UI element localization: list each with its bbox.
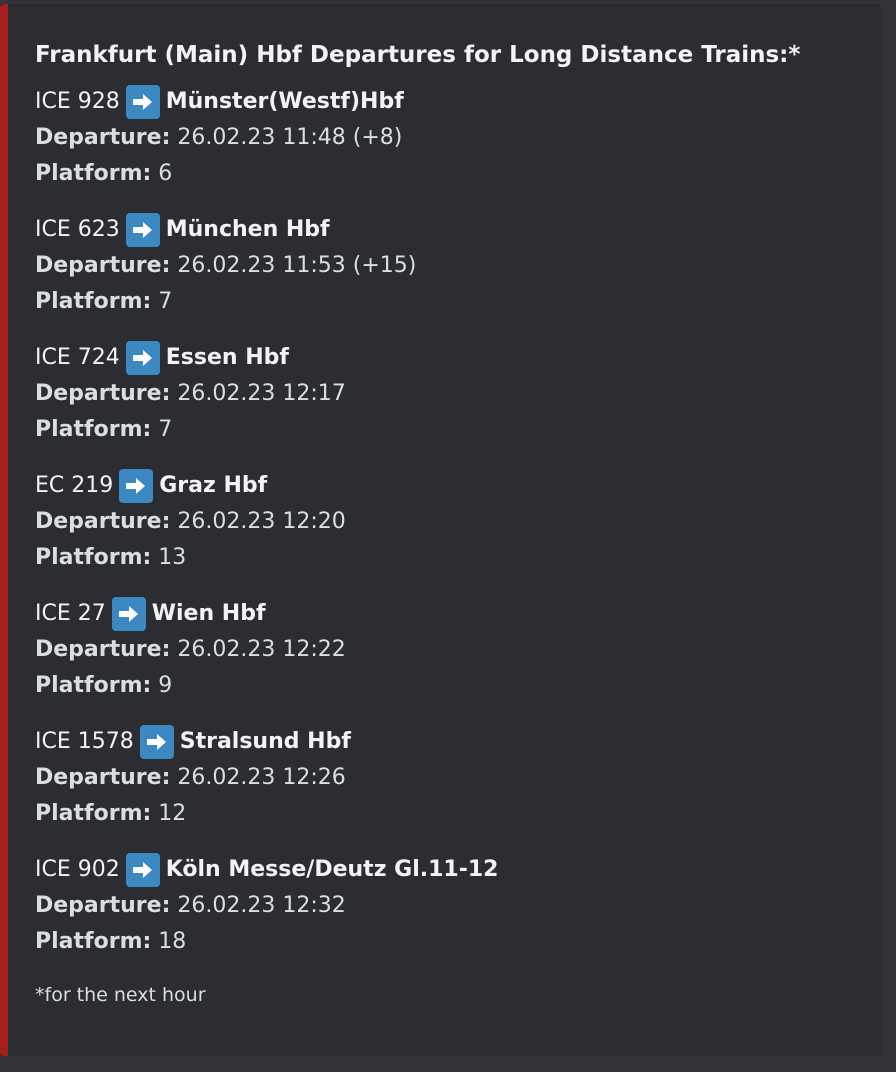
train-list: ICE 928 Münster(Westf)Hbf Departure: 26.… — [35, 84, 872, 960]
right-arrow-icon — [139, 725, 174, 759]
platform-label: Platform: — [35, 673, 152, 698]
train-destination: Stralsund Hbf — [179, 729, 351, 754]
departure-label: Departure: — [35, 509, 171, 534]
platform-row: Platform: 6 — [35, 156, 872, 192]
departure-row: Departure: 26.02.23 11:48 (+8) — [35, 120, 872, 156]
departure-label: Departure: — [35, 637, 171, 662]
departure-row: Departure: 26.02.23 11:53 (+15) — [35, 248, 872, 284]
train-destination: Köln Messe/Deutz Gl.11-12 — [165, 857, 499, 882]
departure-row: Departure: 26.02.23 12:26 — [35, 760, 872, 796]
departure-row: Departure: 26.02.23 12:17 — [35, 376, 872, 412]
train-entry: ICE 1578 Stralsund Hbf Departure: 26.02.… — [35, 724, 872, 832]
platform-label: Platform: — [35, 929, 152, 954]
train-destination: Essen Hbf — [165, 345, 289, 370]
train-header: ICE 1578 Stralsund Hbf — [35, 724, 872, 760]
train-header: ICE 928 Münster(Westf)Hbf — [35, 84, 872, 120]
departure-label: Departure: — [35, 765, 171, 790]
platform-value: 6 — [158, 161, 173, 186]
right-arrow-icon — [111, 597, 146, 631]
departure-value: 26.02.23 12:26 — [177, 765, 346, 790]
train-header: ICE 724 Essen Hbf — [35, 340, 872, 376]
train-name: ICE 27 — [35, 601, 106, 626]
train-header: ICE 902 Köln Messe/Deutz Gl.11-12 — [35, 852, 872, 888]
train-destination: Münster(Westf)Hbf — [165, 89, 404, 114]
train-name: ICE 1578 — [35, 729, 134, 754]
departure-value: 26.02.23 11:53 (+15) — [177, 253, 417, 278]
platform-label: Platform: — [35, 289, 152, 314]
departures-embed: Frankfurt (Main) Hbf Departures for Long… — [0, 4, 882, 1056]
right-arrow-icon — [125, 341, 160, 375]
platform-row: Platform: 18 — [35, 924, 872, 960]
departure-row: Departure: 26.02.23 12:20 — [35, 504, 872, 540]
train-name: ICE 724 — [35, 345, 120, 370]
platform-row: Platform: 7 — [35, 412, 872, 448]
departure-row: Departure: 26.02.23 12:22 — [35, 632, 872, 668]
departure-label: Departure: — [35, 125, 171, 150]
platform-row: Platform: 9 — [35, 668, 872, 704]
train-header: ICE 623 München Hbf — [35, 212, 872, 248]
platform-row: Platform: 13 — [35, 540, 872, 576]
train-destination: Graz Hbf — [159, 473, 268, 498]
platform-value: 13 — [158, 545, 187, 570]
right-arrow-icon — [125, 85, 160, 119]
train-name: ICE 623 — [35, 217, 120, 242]
platform-value: 18 — [158, 929, 187, 954]
train-entry: ICE 724 Essen Hbf Departure: 26.02.23 12… — [35, 340, 872, 448]
departure-row: Departure: 26.02.23 12:32 — [35, 888, 872, 924]
embed-footer: *for the next hour — [35, 984, 206, 1006]
platform-value: 7 — [158, 289, 173, 314]
departure-label: Departure: — [35, 253, 171, 278]
platform-value: 9 — [158, 673, 173, 698]
departure-value: 26.02.23 12:17 — [177, 381, 346, 406]
train-header: EC 219 Graz Hbf — [35, 468, 872, 504]
train-name: EC 219 — [35, 473, 114, 498]
right-arrow-icon — [125, 853, 160, 887]
platform-value: 7 — [158, 417, 173, 442]
train-entry: EC 219 Graz Hbf Departure: 26.02.23 12:2… — [35, 468, 872, 576]
departure-value: 26.02.23 12:22 — [177, 637, 346, 662]
train-destination: Wien Hbf — [151, 601, 266, 626]
train-entry: ICE 27 Wien Hbf Departure: 26.02.23 12:2… — [35, 596, 872, 704]
train-name: ICE 928 — [35, 89, 120, 114]
departure-label: Departure: — [35, 381, 171, 406]
embed-accent-bar — [0, 4, 8, 1056]
platform-label: Platform: — [35, 801, 152, 826]
train-entry: ICE 902 Köln Messe/Deutz Gl.11-12 Depart… — [35, 852, 872, 960]
train-entry: ICE 928 Münster(Westf)Hbf Departure: 26.… — [35, 84, 872, 192]
platform-value: 12 — [158, 801, 187, 826]
train-name: ICE 902 — [35, 857, 120, 882]
departure-value: 26.02.23 11:48 (+8) — [177, 125, 403, 150]
platform-row: Platform: 12 — [35, 796, 872, 832]
train-destination: München Hbf — [165, 217, 330, 242]
right-arrow-icon — [125, 213, 160, 247]
embed-content: Frankfurt (Main) Hbf Departures for Long… — [35, 40, 872, 1010]
right-arrow-icon — [119, 469, 154, 503]
departure-value: 26.02.23 12:20 — [177, 509, 346, 534]
train-entry: ICE 623 München Hbf Departure: 26.02.23 … — [35, 212, 872, 320]
embed-title: Frankfurt (Main) Hbf Departures for Long… — [35, 42, 801, 68]
departure-value: 26.02.23 12:32 — [177, 893, 346, 918]
platform-label: Platform: — [35, 161, 152, 186]
train-header: ICE 27 Wien Hbf — [35, 596, 872, 632]
departure-label: Departure: — [35, 893, 171, 918]
platform-label: Platform: — [35, 417, 152, 442]
platform-label: Platform: — [35, 545, 152, 570]
platform-row: Platform: 7 — [35, 284, 872, 320]
